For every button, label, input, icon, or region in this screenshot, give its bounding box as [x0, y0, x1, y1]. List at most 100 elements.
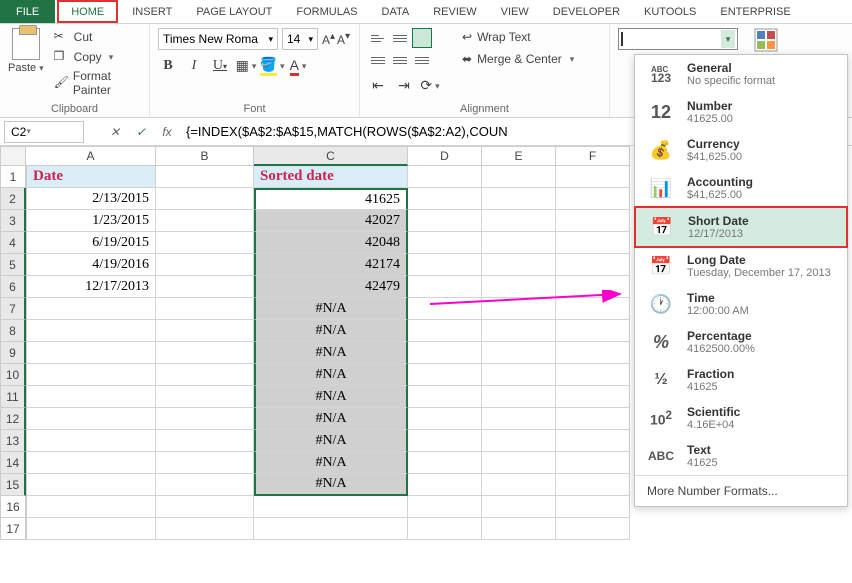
cell-D9[interactable]	[408, 342, 482, 364]
tab-developer[interactable]: DEVELOPER	[541, 0, 632, 23]
border-button[interactable]: ▦	[236, 56, 256, 76]
cell-A7[interactable]	[26, 298, 156, 320]
cell-C5[interactable]: 42174	[254, 254, 408, 276]
cell-B11[interactable]	[156, 386, 254, 408]
tab-formulas[interactable]: FORMULAS	[284, 0, 369, 23]
cell-D15[interactable]	[408, 474, 482, 496]
cell-B5[interactable]	[156, 254, 254, 276]
tab-insert[interactable]: INSERT	[120, 0, 184, 23]
cell-B9[interactable]	[156, 342, 254, 364]
cell-F10[interactable]	[556, 364, 630, 386]
align-bottom-left[interactable]	[368, 50, 388, 70]
cell-E12[interactable]	[482, 408, 556, 430]
merge-center-button[interactable]: ⬌Merge & Center	[458, 50, 578, 68]
row-header[interactable]: 14	[0, 452, 26, 474]
cell-A14[interactable]	[26, 452, 156, 474]
grow-font-button[interactable]: A▴	[322, 31, 335, 47]
format-painter-button[interactable]: 🖌Format Painter	[52, 68, 141, 98]
cell-D10[interactable]	[408, 364, 482, 386]
cell-B2[interactable]	[156, 188, 254, 210]
cell-D4[interactable]	[408, 232, 482, 254]
cell-A2[interactable]: 2/13/2015	[26, 188, 156, 210]
fmt-item-accounting[interactable]: 📊Accounting$41,625.00	[635, 169, 847, 207]
cell-F9[interactable]	[556, 342, 630, 364]
fx-button[interactable]: fx	[156, 121, 178, 143]
increase-indent-button[interactable]: ⇥	[394, 76, 414, 96]
fmt-item-number[interactable]: 12Number41625.00	[635, 93, 847, 131]
col-header-C[interactable]: C	[254, 146, 408, 166]
row-header[interactable]: 13	[0, 430, 26, 452]
cell-D17[interactable]	[408, 518, 482, 540]
row-header[interactable]: 2	[0, 188, 26, 210]
cell-A11[interactable]	[26, 386, 156, 408]
underline-button[interactable]: U▾	[210, 56, 230, 76]
cancel-formula-button[interactable]: ✕	[104, 121, 126, 143]
cell-C8[interactable]: #N/A	[254, 320, 408, 342]
row-header[interactable]: 11	[0, 386, 26, 408]
cell-A16[interactable]	[26, 496, 156, 518]
cell-E9[interactable]	[482, 342, 556, 364]
cell-F17[interactable]	[556, 518, 630, 540]
row-header[interactable]: 4	[0, 232, 26, 254]
row-header[interactable]: 3	[0, 210, 26, 232]
cell-B4[interactable]	[156, 232, 254, 254]
cell-B15[interactable]	[156, 474, 254, 496]
cell-E16[interactable]	[482, 496, 556, 518]
row-header[interactable]: 7	[0, 298, 26, 320]
cell-F14[interactable]	[556, 452, 630, 474]
cell-E17[interactable]	[482, 518, 556, 540]
cell-D1[interactable]	[408, 166, 482, 188]
paste-button[interactable]: Paste	[8, 28, 44, 98]
fill-color-button[interactable]: 🪣	[262, 56, 282, 76]
cell-F11[interactable]	[556, 386, 630, 408]
tab-file[interactable]: FILE	[0, 0, 55, 23]
cell-D8[interactable]	[408, 320, 482, 342]
cell-C11[interactable]: #N/A	[254, 386, 408, 408]
cell-D13[interactable]	[408, 430, 482, 452]
cell-D14[interactable]	[408, 452, 482, 474]
cell-A4[interactable]: 6/19/2015	[26, 232, 156, 254]
cell-E8[interactable]	[482, 320, 556, 342]
align-bottom-right[interactable]	[412, 50, 432, 70]
cell-F13[interactable]	[556, 430, 630, 452]
row-header[interactable]: 8	[0, 320, 26, 342]
fmt-item-fraction[interactable]: ½Fraction41625	[635, 361, 847, 399]
copy-button[interactable]: ❐Copy	[52, 48, 141, 66]
cell-C15[interactable]: #N/A	[254, 474, 408, 496]
cell-A17[interactable]	[26, 518, 156, 540]
fmt-item-time[interactable]: 🕐Time12:00:00 AM	[635, 285, 847, 323]
cell-D16[interactable]	[408, 496, 482, 518]
tab-home[interactable]: HOME	[57, 0, 118, 23]
col-header-B[interactable]: B	[156, 146, 254, 166]
col-header-D[interactable]: D	[408, 146, 482, 166]
cell-B16[interactable]	[156, 496, 254, 518]
row-header[interactable]: 12	[0, 408, 26, 430]
cell-D3[interactable]	[408, 210, 482, 232]
cell-F1[interactable]	[556, 166, 630, 188]
shrink-font-button[interactable]: A▾	[337, 31, 350, 47]
fmt-item-general[interactable]: ABC123GeneralNo specific format	[635, 55, 847, 93]
cell-E4[interactable]	[482, 232, 556, 254]
cell-E10[interactable]	[482, 364, 556, 386]
cell-C12[interactable]: #N/A	[254, 408, 408, 430]
cell-E13[interactable]	[482, 430, 556, 452]
fmt-item-percentage[interactable]: %Percentage4162500.00%	[635, 323, 847, 361]
tab-kutools[interactable]: KUTOOLS	[632, 0, 708, 23]
conditional-format-button[interactable]	[754, 28, 778, 52]
cell-E14[interactable]	[482, 452, 556, 474]
row-header[interactable]: 17	[0, 518, 26, 540]
cell-B12[interactable]	[156, 408, 254, 430]
fmt-item-scientific[interactable]: 102Scientific4.16E+04	[635, 399, 847, 437]
align-top-right[interactable]	[412, 28, 432, 48]
tab-view[interactable]: VIEW	[489, 0, 541, 23]
cell-E3[interactable]	[482, 210, 556, 232]
select-all-corner[interactable]	[0, 146, 26, 166]
font-size-select[interactable]: 14▾	[282, 28, 318, 50]
cell-F15[interactable]	[556, 474, 630, 496]
col-header-E[interactable]: E	[482, 146, 556, 166]
align-top-center[interactable]	[390, 28, 410, 48]
row-header[interactable]: 15	[0, 474, 26, 496]
cell-C17[interactable]	[254, 518, 408, 540]
cell-F4[interactable]	[556, 232, 630, 254]
cell-E2[interactable]	[482, 188, 556, 210]
